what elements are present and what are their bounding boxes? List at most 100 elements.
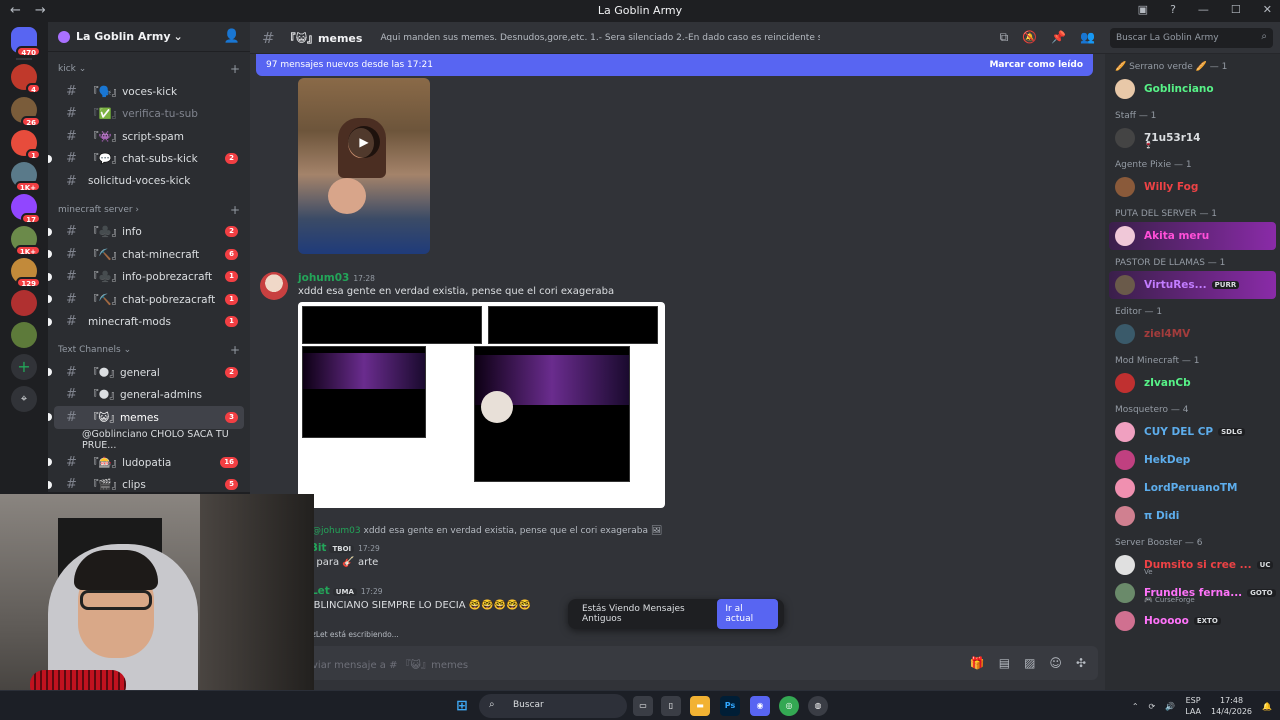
server-icon[interactable]: 1	[11, 130, 41, 160]
server-icon[interactable]: 470	[11, 27, 41, 57]
member-item[interactable]: π Didi	[1105, 502, 1280, 530]
server-icon[interactable]: 1K+	[11, 162, 41, 192]
gift-icon[interactable]: 🎁	[970, 656, 985, 670]
add-server-icon[interactable]: +	[11, 354, 37, 380]
channel-item[interactable]: # 『♣️』info 2	[48, 221, 244, 244]
add-channel-icon[interactable]: +	[230, 343, 240, 357]
reply-author[interactable]: @johum03	[312, 526, 361, 536]
category-text[interactable]: Text Channels ⌄ +	[48, 339, 250, 361]
channel-item[interactable]: # minecraft-mods 1	[48, 311, 244, 334]
member-item[interactable]: ziel4MV	[1105, 320, 1280, 348]
server-icon[interactable]: 26	[11, 97, 41, 127]
member-item[interactable]: HekDep	[1105, 446, 1280, 474]
channel-item[interactable]: # 『⛏️』chat-minecraft 6	[48, 243, 244, 266]
message-input[interactable]: viar mensaje a # 『😺』memes 🎁 ▤ ▨ ☺ ✣	[264, 646, 1098, 680]
reply-text: xddd esa gente en verdad existia, pense …	[363, 526, 648, 536]
mark-read-button[interactable]: Marcar como leído	[989, 60, 1083, 70]
pin-icon[interactable]: 📌	[1051, 30, 1066, 45]
server-icon[interactable]: 17	[11, 194, 41, 224]
channel-item[interactable]: # 『🎰』ludopatia 16	[48, 451, 244, 474]
profile-avatar	[481, 391, 513, 423]
members-icon[interactable]: 👥	[1080, 30, 1095, 45]
chrome-icon[interactable]: ◎	[779, 696, 799, 716]
network-icon[interactable]: ⟳	[1149, 702, 1156, 711]
channel-item[interactable]: # 『🎬』clips 5	[48, 474, 244, 492]
channel-item[interactable]: # 『♣️』info-pobrezacraft 1	[48, 266, 244, 289]
video-attachment[interactable]: ▶	[298, 78, 430, 254]
channel-label: @Goblinciano CHOLO SACA TU PRUE...	[82, 428, 229, 451]
channel-item[interactable]: # 『😺』memes 3	[48, 406, 244, 429]
reply-preview[interactable]: @johum03 xddd esa gente en verdad existi…	[312, 526, 662, 536]
avatar[interactable]	[260, 272, 288, 300]
new-messages-bar[interactable]: 97 mensajes nuevos desde las 17:21 Marca…	[256, 54, 1093, 76]
member-item[interactable]: VirtuRes... PURR	[1109, 271, 1276, 299]
message-author[interactable]: johum03 17:28	[298, 272, 375, 284]
member-name: zIvanCb	[1144, 377, 1191, 389]
member-item[interactable]: Akita meru	[1109, 222, 1276, 250]
author-name[interactable]: johum03	[298, 272, 349, 284]
channel-topic[interactable]: Aqui manden sus memes. Desnudos,gore,etc…	[380, 33, 820, 43]
task-view-icon[interactable]: ▭	[633, 696, 653, 716]
server-header[interactable]: La Goblin Army ⌄ 👤	[48, 22, 250, 52]
clock[interactable]: 17:48 14/4/2026	[1211, 695, 1252, 717]
inbox-icon[interactable]: ▣	[1138, 3, 1148, 16]
server-icon[interactable]	[11, 322, 37, 348]
discord-icon[interactable]: ◉	[750, 696, 770, 716]
server-icon[interactable]: 4	[11, 64, 41, 94]
channel-item[interactable]: # 『✅』verifica-tu-sub	[54, 103, 244, 126]
gif-icon[interactable]: ▤	[999, 656, 1010, 670]
channel-item[interactable]: @Goblinciano CHOLO SACA TU PRUE...	[54, 429, 244, 452]
channel-item[interactable]: # 『🌑』general-admins	[54, 384, 244, 407]
windows-start-icon[interactable]: ⊞	[452, 696, 472, 716]
apps-icon[interactable]: ✣	[1076, 656, 1086, 670]
channel-item[interactable]: # 『🗣️』voces-kick	[54, 80, 244, 103]
member-item[interactable]: zIvanCb	[1105, 369, 1280, 397]
member-item[interactable]: 71u53r14 🍷	[1105, 124, 1280, 152]
photoshop-icon[interactable]: Ps	[720, 696, 740, 716]
server-icon[interactable]: 129	[11, 258, 41, 288]
taskbar-search[interactable]: ⌕ Buscar	[479, 694, 627, 718]
member-item[interactable]: Goblinciano	[1105, 75, 1280, 103]
add-channel-icon[interactable]: +	[230, 62, 240, 76]
close-icon[interactable]: ✕	[1263, 3, 1272, 16]
volume-icon[interactable]: 🔊	[1165, 702, 1175, 711]
add-channel-icon[interactable]: +	[230, 203, 240, 217]
maximize-icon[interactable]: ☐	[1231, 3, 1241, 16]
minimize-icon[interactable]: —	[1198, 3, 1209, 16]
member-item[interactable]: LordPeruanoTM	[1105, 474, 1280, 502]
server-icon[interactable]	[11, 290, 37, 316]
channel-item[interactable]: # 『🌑』general 2	[48, 361, 244, 384]
channel-item[interactable]: # 『💬』chat-subs-kick 2	[48, 148, 244, 171]
discover-icon[interactable]: ⌖	[11, 386, 37, 412]
sticker-icon[interactable]: ▨	[1024, 656, 1035, 670]
emoji-icon[interactable]: ☺	[1049, 656, 1062, 670]
add-member-icon[interactable]: 👤	[224, 29, 240, 44]
language-indicator[interactable]: ESP LAA	[1185, 695, 1201, 717]
image-attachment[interactable]	[298, 302, 665, 508]
member-item[interactable]: Frundles ferna... GOTO 🎮 CurseForge	[1105, 579, 1280, 607]
category-kick[interactable]: kick ⌄ +	[48, 58, 250, 80]
tray-chevron-icon[interactable]: ⌃	[1132, 702, 1139, 711]
play-icon[interactable]: ▶	[348, 126, 380, 158]
file-explorer-icon[interactable]: ▬	[690, 696, 710, 716]
server-icon[interactable]: 1K+	[11, 226, 41, 256]
search-input[interactable]: Buscar La Goblin Army ⌕	[1110, 28, 1273, 48]
help-icon[interactable]: ?	[1170, 3, 1176, 16]
notification-bell-icon[interactable]: 🔕	[1022, 30, 1037, 45]
channel-item[interactable]: # 『⛏️』chat-pobrezacraft 1	[48, 288, 244, 311]
channel-item[interactable]: # solicitud-voces-kick	[54, 170, 244, 193]
phone-link-icon[interactable]: ▯	[661, 696, 681, 716]
member-item[interactable]: CUY DEL CP SDLG	[1105, 418, 1280, 446]
notification-icon[interactable]: 🔔	[1262, 702, 1272, 711]
member-item[interactable]: Willy Fog	[1105, 173, 1280, 201]
member-name: ziel4MV	[1144, 328, 1191, 340]
channel-item[interactable]: # 『👾』script-spam	[54, 125, 244, 148]
member-item[interactable]: Dumsito si cree ... UC Ve	[1105, 551, 1280, 579]
jump-to-present-button[interactable]: Ir al actual	[717, 599, 778, 629]
member-item[interactable]: Hooooo EXTO	[1105, 607, 1280, 635]
threads-icon[interactable]: ⧉	[1000, 30, 1009, 45]
unread-indicator	[48, 458, 52, 467]
category-minecraft[interactable]: minecraft server › +	[48, 199, 250, 221]
obs-icon[interactable]: ◍	[808, 696, 828, 716]
message-time: 17:28	[353, 274, 375, 283]
